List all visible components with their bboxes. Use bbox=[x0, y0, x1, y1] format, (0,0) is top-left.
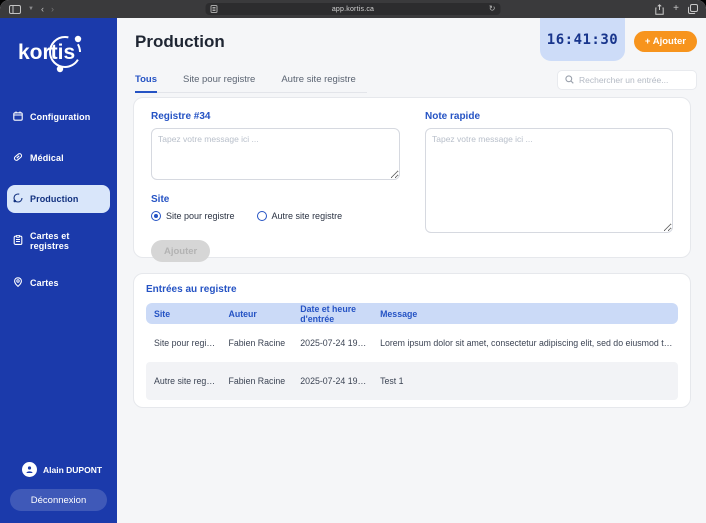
sidebar-item-cartes-et-registres[interactable]: Cartes et registres bbox=[7, 226, 110, 256]
logout-button[interactable]: Déconnexion bbox=[10, 489, 107, 511]
table-row[interactable]: Autre site registre Fabien Racine 2025-0… bbox=[146, 362, 678, 400]
tab-tous[interactable]: Tous bbox=[135, 74, 157, 93]
search-box bbox=[557, 70, 697, 90]
toolbar-dropdown-chevron-icon[interactable]: ▼ bbox=[28, 6, 34, 12]
orbit-icon bbox=[13, 190, 23, 208]
radio-label: Site pour registre bbox=[166, 211, 235, 221]
column-header-auteur: Auteur bbox=[228, 308, 257, 319]
tab-overview-icon[interactable] bbox=[688, 4, 698, 14]
url-text: app.kortis.ca bbox=[331, 5, 375, 13]
back-button-icon[interactable]: ‹ bbox=[41, 4, 44, 14]
page-title: Production bbox=[135, 32, 225, 51]
main-content: Production 16:41:30 + Ajouter Tous Site … bbox=[117, 18, 706, 523]
clock-display: 16:41:30 bbox=[540, 18, 625, 61]
column-header-date: Date et heure d'entrée bbox=[300, 303, 357, 324]
table-title: Entrées au registre bbox=[146, 284, 237, 295]
browser-window: ▼ ‹ › app.kortis.ca ↻ + kortis Configura… bbox=[0, 0, 706, 523]
sidebar-item-label: Cartes bbox=[30, 278, 59, 288]
cell-date: 2025-07-24 19:24:09 bbox=[300, 338, 373, 348]
note-rapide-label: Note rapide bbox=[425, 111, 481, 122]
sidebar-nav: Configuration Médical Production Cartes … bbox=[0, 91, 117, 297]
map-pin-icon bbox=[13, 274, 23, 292]
sidebar-item-label: Production bbox=[30, 194, 79, 204]
sidebar: kortis Configuration Médical Production … bbox=[0, 18, 117, 523]
table-row[interactable]: Site pour registre Fabien Racine 2025-07… bbox=[146, 324, 678, 362]
note-rapide-textarea[interactable] bbox=[425, 128, 673, 233]
user-name: Alain DUPONT bbox=[43, 464, 103, 475]
column-header-message: Message bbox=[380, 308, 418, 319]
registre-message-textarea[interactable] bbox=[151, 128, 400, 180]
new-tab-icon[interactable]: + bbox=[673, 4, 679, 14]
tab-bar: Tous Site pour registre Autre site regis… bbox=[135, 74, 367, 93]
tab-autre-site-registre[interactable]: Autre site registre bbox=[281, 74, 355, 92]
radio-site-pour-registre[interactable]: Site pour registre bbox=[151, 211, 235, 221]
calendar-icon bbox=[13, 108, 23, 126]
browser-toolbar: ▼ ‹ › app.kortis.ca ↻ + bbox=[0, 0, 706, 18]
reload-icon[interactable]: ↻ bbox=[489, 4, 496, 14]
table-header-row: Site Auteur Date et heure d'entrée Messa… bbox=[146, 303, 678, 324]
radio-autre-site-registre[interactable]: Autre site registre bbox=[256, 211, 343, 221]
sidebar-item-production[interactable]: Production bbox=[7, 185, 110, 213]
submit-ajouter-button[interactable]: Ajouter bbox=[151, 240, 211, 262]
cell-date: 2025-07-24 19:24:09 bbox=[300, 376, 373, 386]
search-icon bbox=[565, 71, 574, 89]
entries-table: Site Auteur Date et heure d'entrée Messa… bbox=[146, 303, 678, 400]
cell-auteur: Fabien Racine bbox=[228, 338, 286, 348]
cell-message: Test 1 bbox=[380, 376, 404, 386]
registre-label: Registre #34 bbox=[151, 111, 211, 122]
site-radio-group: Site pour registre Autre site registre bbox=[151, 211, 400, 221]
sidebar-item-label: Médical bbox=[30, 153, 64, 163]
pill-icon bbox=[13, 149, 23, 167]
logo-text: kortis bbox=[18, 41, 75, 64]
sidebar-toggle-icon[interactable] bbox=[9, 4, 21, 14]
forward-button-icon[interactable]: › bbox=[51, 4, 54, 14]
cell-site: Autre site registre bbox=[154, 376, 221, 386]
avatar bbox=[22, 462, 37, 477]
column-header-site: Site bbox=[154, 308, 171, 319]
sidebar-item-label: Cartes et registres bbox=[30, 231, 70, 251]
registre-form-card: Registre #34 Site Site pour registre Aut… bbox=[133, 97, 691, 262]
user-profile[interactable]: Alain DUPONT bbox=[10, 462, 107, 477]
kortis-logo: kortis bbox=[0, 18, 117, 91]
address-bar[interactable]: app.kortis.ca ↻ bbox=[205, 3, 501, 15]
tab-site-pour-registre[interactable]: Site pour registre bbox=[183, 74, 255, 92]
sidebar-item-medical[interactable]: Médical bbox=[7, 144, 110, 172]
radio-unselected-icon bbox=[256, 211, 267, 221]
site-label: Site bbox=[151, 194, 170, 205]
sidebar-item-cartes[interactable]: Cartes bbox=[7, 269, 110, 297]
reader-icon[interactable] bbox=[210, 5, 218, 13]
cell-site: Site pour registre bbox=[154, 338, 221, 348]
add-button[interactable]: + Ajouter bbox=[633, 31, 697, 52]
share-icon[interactable] bbox=[655, 3, 664, 15]
search-input[interactable] bbox=[579, 75, 689, 85]
radio-label: Autre site registre bbox=[271, 211, 343, 221]
sidebar-item-label: Configuration bbox=[30, 112, 91, 122]
clipboard-icon bbox=[13, 232, 23, 250]
radio-selected-icon bbox=[151, 211, 161, 221]
entries-table-card: Entrées au registre Site Auteur Date et … bbox=[133, 273, 691, 408]
sidebar-item-configuration[interactable]: Configuration bbox=[7, 103, 110, 131]
cell-message: Lorem ipsum dolor sit amet, consectetur … bbox=[380, 338, 678, 348]
cell-auteur: Fabien Racine bbox=[228, 376, 286, 386]
